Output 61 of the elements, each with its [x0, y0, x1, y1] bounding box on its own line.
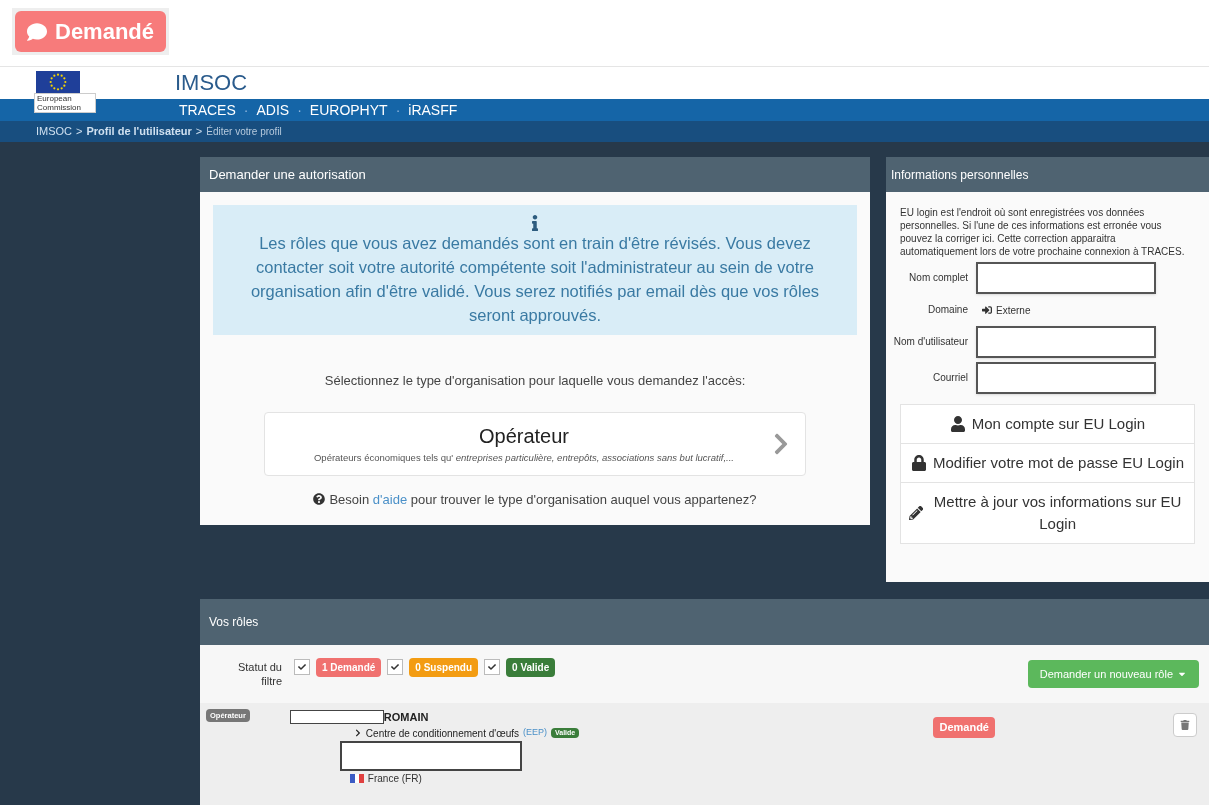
breadcrumb-separator: > [195, 124, 203, 140]
status-label: 0 Valide [506, 657, 556, 677]
delete-button[interactable] [1173, 713, 1197, 737]
help-text: Besoin d'aide pour trouver le type d'organisation auquel vous appartenez? [329, 490, 757, 509]
eu-login-link[interactable]: Mon compte sur EU Login [901, 405, 1194, 443]
text-input[interactable] [976, 362, 1156, 394]
nav-link[interactable]: ADIS [252, 99, 294, 121]
nav-link[interactable]: iRASFF [404, 99, 462, 121]
panel-header: Demander une autorisation [200, 157, 870, 192]
status-label: 0 Suspendu [409, 657, 479, 677]
eu-login-link[interactable]: Modifier votre mot de passe EU Login [901, 443, 1194, 482]
checkbox[interactable] [294, 659, 310, 675]
check-icon [391, 663, 400, 671]
nav-link[interactable]: EUROPHYT [305, 99, 392, 121]
breadcrumb-item[interactable]: IMSOC [36, 123, 73, 140]
text-input[interactable] [976, 262, 1156, 294]
sign-in-icon [982, 305, 992, 315]
organisation-type-option[interactable]: Opérateur Opérateurs économiques tels qu' entreprises particulière, entrepôts, associations sans but lucratif,... [264, 411, 806, 476]
pencil-icon [909, 505, 924, 521]
field-label: Courriel [932, 371, 968, 385]
org-type-prompt: Sélectionnez le type d'organisation pour laquelle vous demandez l'accès: [324, 372, 746, 390]
chevron-right-icon [353, 729, 362, 737]
field-label: Nom d'utilisateur [892, 335, 968, 349]
panel-header: Vos rôles [200, 599, 1209, 645]
field-label: Nom complet [908, 271, 968, 285]
checkbox[interactable] [484, 659, 501, 675]
field-label: Domaine [926, 303, 968, 317]
nav-link[interactable]: TRACES [175, 99, 240, 121]
breadcrumb-separator: > [76, 124, 83, 140]
trash-icon [1180, 720, 1190, 730]
nav-separator: · [297, 100, 302, 120]
panel-header: Informations personnelles [886, 157, 1209, 192]
comment-icon [27, 21, 47, 42]
breadcrumb-item: Éditer votre profil [206, 124, 282, 139]
operator-name: ROMAIN [383, 710, 429, 725]
help-link[interactable]: d'aide [372, 491, 408, 507]
status-label: 1 Demandé [316, 657, 382, 677]
personal-info-intro: EU login est l'endroit où sont enregistrées vos données personnelles. Si l'une de ces informations est erronée vous pouvez la corriger ici. Cette correction apparaitra automatiquement lors de votre prochaine connexion à TRACES. [899, 206, 1186, 258]
country-name: France (FR) [367, 771, 422, 786]
info-icon [529, 215, 541, 231]
check-icon [488, 663, 497, 671]
check-icon [298, 663, 306, 671]
activity-code[interactable]: (EEP) [522, 726, 547, 740]
breadcrumb-item[interactable]: Profil de l'utilisateur [86, 123, 192, 140]
nav-separator: · [395, 100, 401, 120]
user-icon [949, 416, 966, 432]
eu-flag-logo: European Commission [34, 71, 96, 113]
info-message: Les rôles que vous avez demandés sont en train d'être révisés. Vous devez contacter soit votre autorité compétente soit l'administrateur au sein de votre organisation afin d'être validé. Vous serez notifiés par email dès que vos rôles seront approuvés. [249, 233, 821, 326]
status-label: Demandé [933, 717, 995, 738]
checkbox[interactable] [387, 659, 404, 675]
text-input[interactable] [976, 326, 1156, 358]
status-badge: Demandé [15, 11, 167, 52]
nav-separator: · [243, 100, 249, 120]
lock-icon [911, 455, 927, 471]
activity-name: Centre de conditionnement d'œufs [365, 726, 519, 741]
france-flag-icon [349, 773, 364, 783]
filter-label: Statut du filtre [236, 660, 282, 688]
app-title: IMSOC [175, 69, 248, 97]
domain-value: Externe [996, 303, 1031, 318]
eu-login-link[interactable]: Mettre à jour vos informations sur EU Login [901, 482, 1194, 543]
help-icon [313, 493, 326, 506]
